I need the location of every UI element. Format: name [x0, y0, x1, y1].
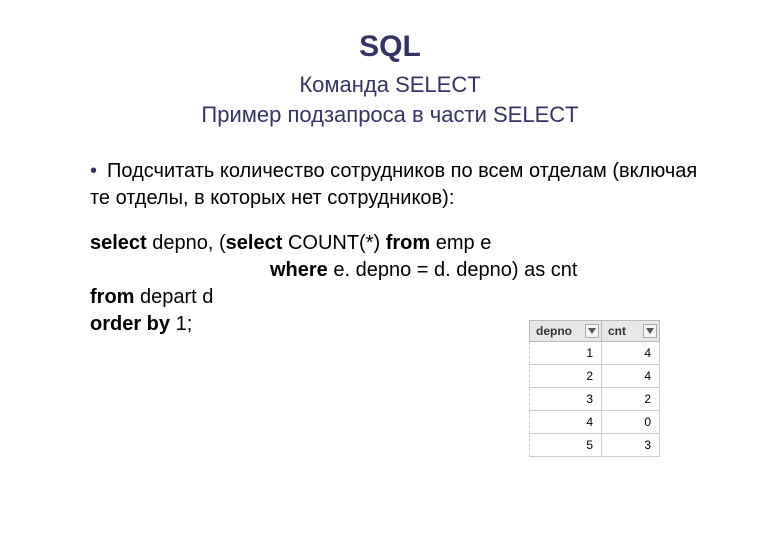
- cell-cnt: 2: [602, 388, 660, 411]
- sql-text: e. depno = d. depno) as cnt: [328, 259, 578, 281]
- column-label: cnt: [608, 324, 626, 338]
- keyword-from-inner: from: [386, 232, 430, 254]
- chevron-down-icon[interactable]: [643, 324, 657, 338]
- keyword-order-by: order by: [90, 313, 170, 335]
- subtitle-example: Пример подзапроса в части SELECT: [30, 102, 750, 128]
- keyword-select: select: [90, 232, 147, 254]
- column-label: depno: [536, 324, 572, 338]
- table-row: 4 0: [530, 411, 660, 434]
- sql-line-1: select depno, (select COUNT(*) from emp …: [90, 230, 750, 257]
- column-header-depno[interactable]: depno: [530, 321, 602, 342]
- cell-depno: 3: [530, 388, 602, 411]
- sql-line-2: where e. depno = d. depno) as cnt: [90, 257, 750, 284]
- sql-text: emp e: [430, 232, 491, 254]
- task-description: •Подсчитать количество сотрудников по вс…: [90, 158, 700, 212]
- cell-depno: 5: [530, 434, 602, 457]
- cell-depno: 2: [530, 365, 602, 388]
- sql-text: depart d: [134, 286, 213, 308]
- result-table: depno cnt 1 4 2 4 3 2 4: [529, 320, 660, 457]
- cell-cnt: 4: [602, 342, 660, 365]
- bullet-marker: •: [90, 160, 97, 182]
- table-row: 1 4: [530, 342, 660, 365]
- keyword-select-inner: select: [226, 232, 283, 254]
- sql-text: depno, (: [147, 232, 226, 254]
- sql-text: 1;: [170, 313, 192, 335]
- cell-cnt: 4: [602, 365, 660, 388]
- cell-depno: 4: [530, 411, 602, 434]
- page-title: SQL: [30, 30, 750, 64]
- keyword-from: from: [90, 286, 134, 308]
- cell-cnt: 3: [602, 434, 660, 457]
- cell-cnt: 0: [602, 411, 660, 434]
- task-text: Подсчитать количество сотрудников по все…: [90, 160, 697, 209]
- column-header-cnt[interactable]: cnt: [602, 321, 660, 342]
- keyword-where: where: [270, 259, 328, 281]
- table-row: 3 2: [530, 388, 660, 411]
- sql-line-3: from depart d: [90, 284, 750, 311]
- cell-depno: 1: [530, 342, 602, 365]
- sql-text: COUNT(*): [282, 232, 385, 254]
- chevron-down-icon[interactable]: [585, 324, 599, 338]
- table-row: 5 3: [530, 434, 660, 457]
- subtitle-command: Команда SELECT: [30, 72, 750, 98]
- table-header-row: depno cnt: [530, 321, 660, 342]
- table-row: 2 4: [530, 365, 660, 388]
